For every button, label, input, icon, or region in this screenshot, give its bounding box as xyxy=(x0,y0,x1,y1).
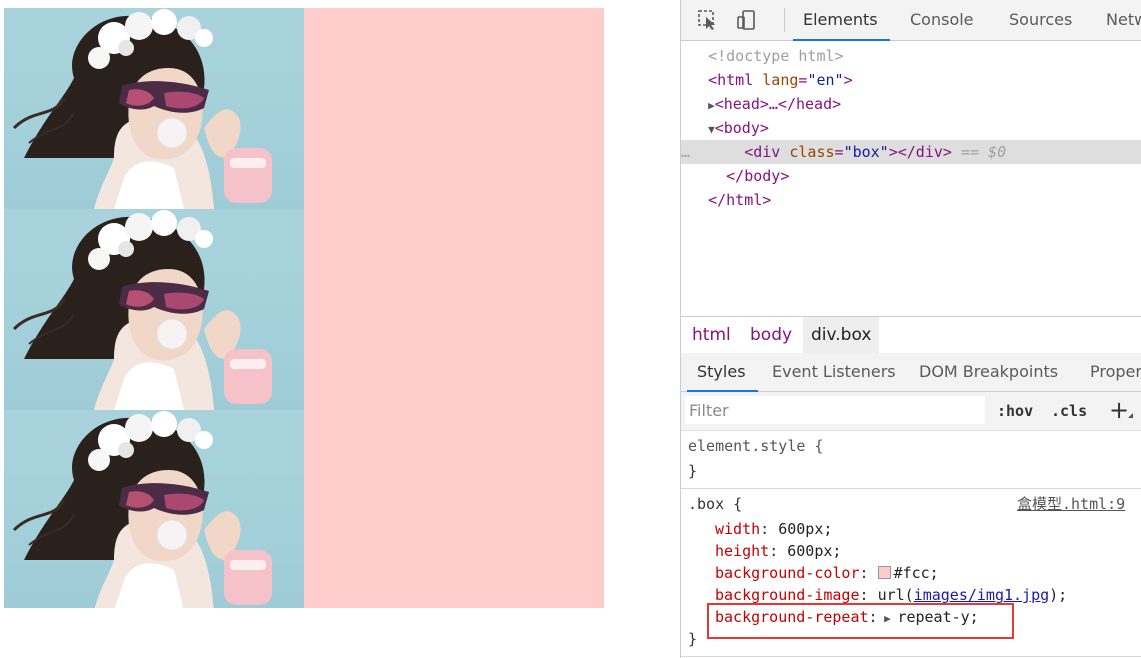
background-image-tile xyxy=(4,209,304,410)
element-style-selector[interactable]: element.style { xyxy=(688,435,823,457)
breadcrumb-div-box[interactable]: div.box xyxy=(803,317,880,353)
prop-value[interactable]: 600px; xyxy=(787,542,841,560)
prop-name[interactable]: height xyxy=(715,542,769,560)
expand-triangle-icon[interactable]: ▶ xyxy=(708,99,715,112)
devtools-tabbar: Elements Console Sources Netw xyxy=(681,0,1141,41)
background-image-tile xyxy=(4,8,304,209)
box-rule-close: } xyxy=(688,630,698,648)
collapse-triangle-icon[interactable]: ▼ xyxy=(708,123,715,136)
tab-console[interactable]: Console xyxy=(910,0,974,40)
element-style-close: } xyxy=(688,462,698,480)
prop-value[interactable]: 600px; xyxy=(778,520,832,538)
prop-width[interactable]: width: 600px; xyxy=(715,518,832,540)
more-actions-icon[interactable]: … xyxy=(681,143,690,161)
selected-node-marker: == $0 xyxy=(960,143,1007,161)
device-toolbar-icon[interactable] xyxy=(735,9,757,31)
rule-divider xyxy=(681,488,1141,489)
dom-tree: <!doctype html> <html lang="en"> ▶<head>… xyxy=(681,41,1141,315)
dom-doctype[interactable]: <!doctype html> xyxy=(681,44,1141,68)
tab-elements[interactable]: Elements xyxy=(793,0,890,41)
body-tag: <body> xyxy=(714,119,769,137)
prop-name[interactable]: width xyxy=(715,520,760,538)
add-style-rule-icon[interactable]: + xyxy=(1109,398,1129,422)
color-swatch-icon[interactable] xyxy=(877,566,891,579)
html-lang-attr: lang xyxy=(762,71,799,89)
add-rule-menu-corner-icon[interactable] xyxy=(1128,413,1133,418)
dom-body-close[interactable]: </body> xyxy=(681,164,1141,188)
image-url-link[interactable]: images/img1.jpg xyxy=(914,586,1049,604)
prop-name[interactable]: background-color xyxy=(715,564,860,582)
tab-properties[interactable]: Proper xyxy=(1090,353,1141,391)
box-rule-source-link[interactable]: 盒模型.html:9 xyxy=(1017,493,1125,515)
body-close-tag: </body> xyxy=(726,167,790,185)
doctype-text: <!doctype html> xyxy=(708,47,844,65)
breadcrumb-body[interactable]: body xyxy=(742,317,800,353)
prop-value-suffix: ); xyxy=(1049,586,1068,604)
div-close-tag: ></div> xyxy=(888,143,952,161)
hov-toggle-button[interactable]: :hov xyxy=(997,392,1033,430)
html-close-bracket: > xyxy=(843,71,853,89)
styles-subtabs: Styles Event Listeners DOM Breakpoints P… xyxy=(681,353,1141,392)
html-lang-value: "en" xyxy=(807,71,844,89)
tab-dom-breakpoints[interactable]: DOM Breakpoints xyxy=(919,353,1058,391)
select-element-icon[interactable] xyxy=(697,9,719,31)
dom-head[interactable]: ▶<head>…</head> xyxy=(681,92,1141,116)
tab-styles[interactable]: Styles xyxy=(687,353,757,392)
box-rule-selector[interactable]: .box { xyxy=(688,493,742,515)
dom-div-box-selected[interactable]: … <div class="box"></div> == $0 xyxy=(681,140,1141,164)
prop-value-prefix: url( xyxy=(877,586,914,604)
tab-network[interactable]: Netw xyxy=(1106,0,1141,40)
html-tag: <html xyxy=(708,71,754,89)
head-tag: <head>…</head> xyxy=(714,95,842,113)
prop-name[interactable]: background-image xyxy=(715,586,860,604)
toolbar-divider xyxy=(784,8,785,32)
div-tag: <div xyxy=(744,143,781,161)
styles-filter-input[interactable] xyxy=(685,396,985,424)
tab-sources[interactable]: Sources xyxy=(1009,0,1072,40)
div-class-value: "box" xyxy=(843,143,889,161)
dom-body-open[interactable]: ▼<body> xyxy=(681,116,1141,140)
rule-divider xyxy=(681,656,1141,657)
breadcrumb-html[interactable]: html xyxy=(684,317,739,353)
prop-value[interactable]: #fcc; xyxy=(894,564,939,582)
devtools-panel: Elements Console Sources Netw <!doctype … xyxy=(680,0,1141,658)
background-image-tile xyxy=(4,410,304,608)
box-element xyxy=(4,8,604,608)
dom-html-close[interactable]: </html> xyxy=(681,188,1141,212)
cls-toggle-button[interactable]: .cls xyxy=(1051,392,1087,430)
prop-height[interactable]: height: 600px; xyxy=(715,540,841,562)
tab-event-listeners[interactable]: Event Listeners xyxy=(772,353,896,391)
breadcrumb: html body div.box xyxy=(681,316,1141,354)
dom-html-open[interactable]: <html lang="en"> xyxy=(681,68,1141,92)
div-class-attr: class xyxy=(789,143,835,161)
highlight-annotation-box xyxy=(707,603,1014,639)
styles-filter-bar: :hov .cls + xyxy=(681,392,1141,431)
prop-background-color[interactable]: background-color: #fcc; xyxy=(715,562,939,584)
html-close-tag: </html> xyxy=(708,191,772,209)
